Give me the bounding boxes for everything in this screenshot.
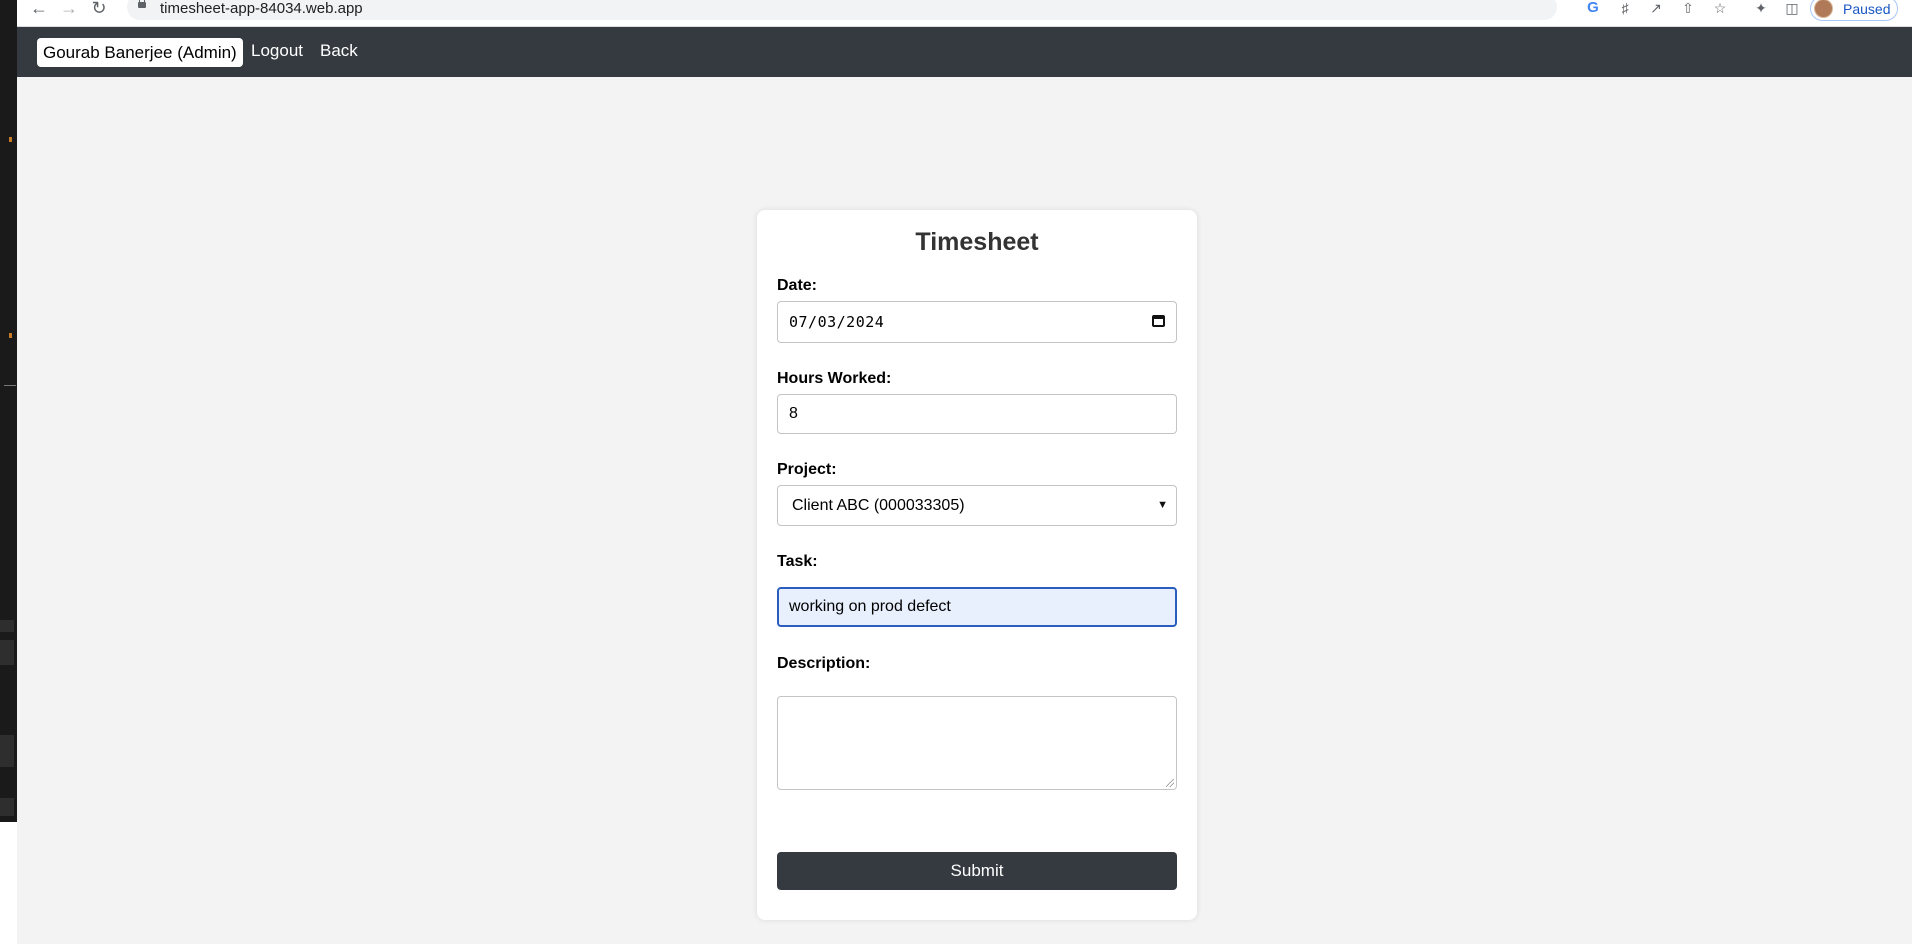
page-title: Timesheet <box>915 228 1039 256</box>
task-value: working on prod defect <box>789 598 951 615</box>
resize-handle-icon[interactable] <box>1166 779 1174 787</box>
profile-status: Paused <box>1843 1 1891 17</box>
hours-input[interactable]: 8 <box>777 394 1177 434</box>
browser-toolbar: ← → ↻ timesheet-app-84034.web.app G ♯ ↗ … <box>17 0 1912 27</box>
calendar-icon[interactable] <box>1152 315 1165 327</box>
lock-icon <box>138 0 146 8</box>
user-badge: Gourab Banerjee (Admin) <box>37 38 243 67</box>
description-textarea[interactable] <box>777 696 1177 790</box>
star-icon[interactable]: ☆ <box>1709 0 1731 18</box>
project-label: Project: <box>777 461 837 478</box>
back-arrow-icon[interactable]: ← <box>27 0 51 18</box>
background-desktop-area <box>0 822 17 944</box>
submit-button[interactable]: Submit <box>777 852 1177 890</box>
date-input[interactable]: 07/03/2024 <box>777 301 1177 343</box>
project-value: Client ABC (000033305) <box>792 497 965 514</box>
task-input[interactable]: working on prod defect <box>777 587 1177 627</box>
description-label: Description: <box>777 655 871 672</box>
address-bar[interactable]: timesheet-app-84034.web.app <box>127 0 1557 20</box>
hours-value: 8 <box>789 405 798 422</box>
app-navbar: Gourab Banerjee (Admin) Logout Back <box>17 27 1912 77</box>
sidebar-icon[interactable]: ◫ <box>1781 0 1803 18</box>
google-icon[interactable]: G <box>1582 0 1604 18</box>
background-desktop-strip <box>0 0 17 822</box>
profile-button[interactable]: Paused <box>1810 0 1898 21</box>
project-select[interactable]: Client ABC (000033305) ▼ <box>777 485 1177 526</box>
reload-icon[interactable]: ↻ <box>87 0 111 18</box>
url-text: timesheet-app-84034.web.app <box>160 0 363 17</box>
back-link[interactable]: Back <box>320 41 358 61</box>
puzzle-icon[interactable]: ✦ <box>1750 0 1772 18</box>
date-label: Date: <box>777 277 818 294</box>
avatar-icon <box>1814 0 1833 18</box>
timesheet-card: Timesheet Date: 07/03/2024 Hours Worked:… <box>757 210 1197 920</box>
open-in-new-icon[interactable]: ↗ <box>1645 0 1667 18</box>
forward-arrow-icon[interactable]: → <box>57 0 81 18</box>
share-icon[interactable]: ⇧ <box>1677 0 1699 18</box>
hours-label: Hours Worked: <box>777 370 892 387</box>
chevron-down-icon: ▼ <box>1157 499 1168 511</box>
logout-link[interactable]: Logout <box>251 41 303 61</box>
key-icon[interactable]: ♯ <box>1614 0 1636 18</box>
task-label: Task: <box>777 553 818 570</box>
date-value: 07/03/2024 <box>789 313 885 331</box>
